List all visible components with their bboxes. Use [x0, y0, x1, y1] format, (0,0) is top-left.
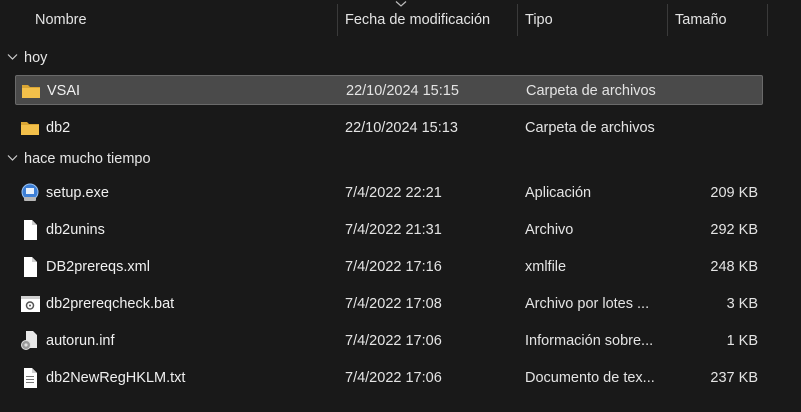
chevron-down-icon: [7, 155, 18, 161]
file-name: db2: [46, 120, 71, 136]
file-date: 7/4/2022 17:06: [345, 370, 442, 386]
folder-icon: [21, 76, 43, 106]
chevron-down-icon: [7, 54, 18, 60]
file-row[interactable]: db2unins 7/4/2022 21:31 Archivo 292 KB: [15, 215, 763, 245]
file-size: 209 KB: [710, 185, 758, 201]
column-header-name[interactable]: Nombre: [27, 0, 337, 40]
setup-app-icon: [20, 178, 42, 208]
column-header-date[interactable]: Fecha de modificación: [337, 0, 517, 40]
group-label: hace mucho tiempo: [24, 151, 151, 167]
file-type: Archivo por lotes ...: [525, 296, 650, 312]
file-type: xmlfile: [525, 259, 567, 275]
file-name: db2unins: [46, 222, 105, 238]
file-size: 1 KB: [726, 333, 758, 349]
file-name: setup.exe: [46, 185, 109, 201]
file-size: 3 KB: [726, 296, 758, 312]
file-date: 7/4/2022 21:31: [345, 222, 442, 238]
blank-file-icon: [20, 252, 42, 282]
column-divider[interactable]: [767, 4, 768, 36]
file-explorer-details-view: Nombre Fecha de modificación Tipo Tamaño…: [0, 0, 801, 412]
file-row[interactable]: db2prereqcheck.bat 7/4/2022 17:08 Archiv…: [15, 289, 763, 319]
file-date: 22/10/2024 15:15: [346, 83, 459, 99]
text-file-icon: [20, 363, 42, 393]
file-type: Información sobre...: [525, 333, 654, 349]
file-row[interactable]: VSAI 22/10/2024 15:15 Carpeta de archivo…: [15, 75, 763, 105]
file-name: db2NewRegHKLM.txt: [46, 370, 186, 386]
file-row[interactable]: db2 22/10/2024 15:13 Carpeta de archivos: [15, 113, 763, 143]
column-header-size[interactable]: Tamaño: [667, 0, 767, 40]
file-date: 22/10/2024 15:13: [345, 120, 458, 136]
file-type: Carpeta de archivos: [525, 120, 655, 136]
file-type: Aplicación: [525, 185, 592, 201]
column-header-type[interactable]: Tipo: [517, 0, 667, 40]
file-date: 7/4/2022 17:06: [345, 333, 442, 349]
file-row[interactable]: autorun.inf 7/4/2022 17:06 Información s…: [15, 326, 763, 356]
group-label: hoy: [24, 50, 48, 66]
file-size: [667, 113, 758, 143]
file-row[interactable]: DB2prereqs.xml 7/4/2022 17:16 xmlfile 24…: [15, 252, 763, 282]
file-name: autorun.inf: [46, 333, 115, 349]
file-type: Archivo: [525, 222, 574, 238]
batch-file-icon: [20, 289, 42, 319]
file-date: 7/4/2022 22:21: [345, 185, 442, 201]
file-name: DB2prereqs.xml: [46, 259, 150, 275]
file-name: VSAI: [47, 83, 81, 99]
group-header-long-ago[interactable]: hace mucho tiempo: [0, 147, 300, 171]
file-size: 237 KB: [710, 370, 758, 386]
group-header-today[interactable]: hoy: [0, 46, 200, 70]
file-type: Documento de tex...: [525, 370, 655, 386]
blank-file-icon: [20, 215, 42, 245]
file-size: 248 KB: [710, 259, 758, 275]
file-name: db2prereqcheck.bat: [46, 296, 175, 312]
file-date: 7/4/2022 17:16: [345, 259, 442, 275]
column-header-bar: Nombre Fecha de modificación Tipo Tamaño: [0, 0, 801, 40]
file-size: 292 KB: [710, 222, 758, 238]
folder-icon: [20, 113, 42, 143]
file-type: Carpeta de archivos: [526, 83, 656, 99]
file-size: [668, 76, 759, 106]
file-row[interactable]: setup.exe 7/4/2022 22:21 Aplicación 209 …: [15, 178, 763, 208]
file-date: 7/4/2022 17:08: [345, 296, 442, 312]
file-row[interactable]: db2NewRegHKLM.txt 7/4/2022 17:06 Documen…: [15, 363, 763, 393]
settings-file-icon: [20, 326, 42, 356]
